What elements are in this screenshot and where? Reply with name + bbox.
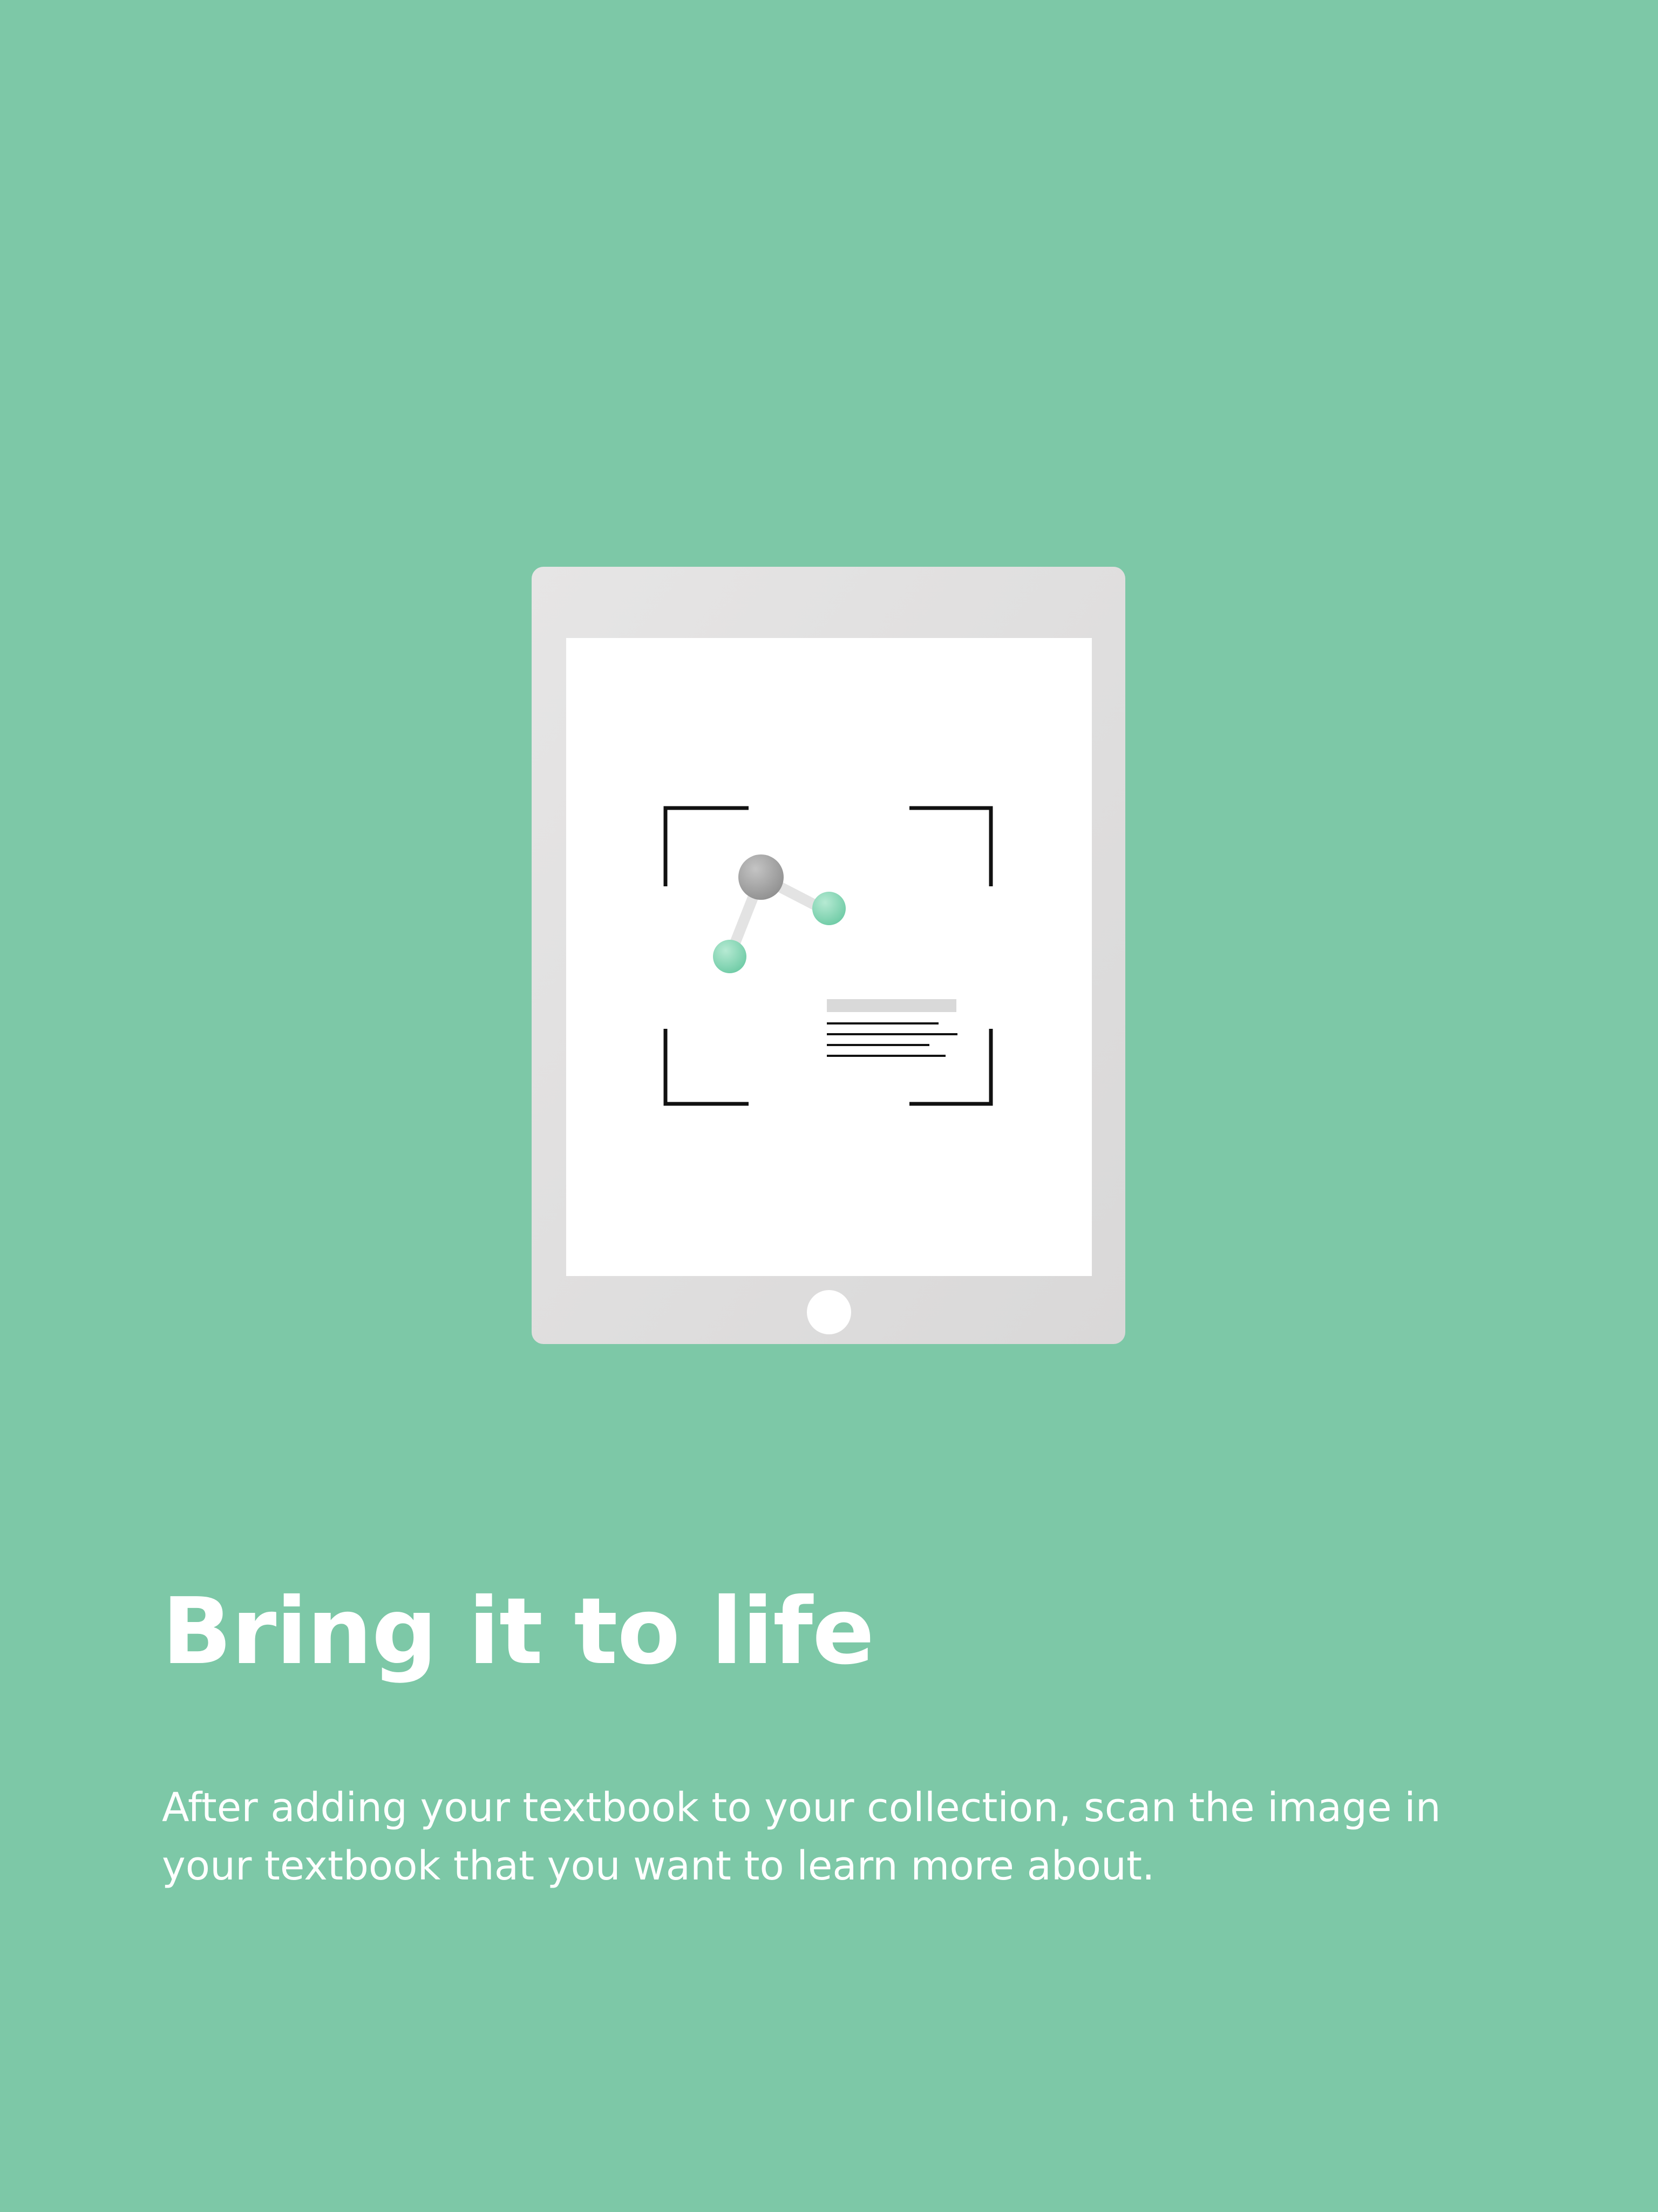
- onboarding-screen: Bring it to life After adding your textb…: [0, 0, 1658, 2212]
- tablet-scan-illustration: [532, 567, 1125, 1344]
- home-button-icon: [807, 1290, 851, 1334]
- page-description: After adding your textbook to your colle…: [162, 1784, 1441, 1889]
- page-title: Bring it to life: [162, 1578, 874, 1685]
- tablet-scan-icon: [532, 567, 1125, 1344]
- tablet-screen: [566, 638, 1092, 1276]
